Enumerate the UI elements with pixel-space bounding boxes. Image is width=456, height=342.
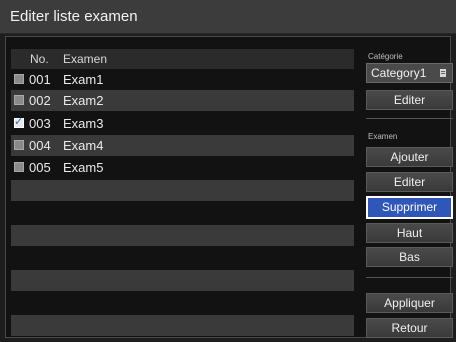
row-number: 002 <box>29 93 51 108</box>
apply-button[interactable]: Appliquer <box>366 293 453 313</box>
list-row-004[interactable]: 004 Exam4 <box>11 135 354 156</box>
category-label: Catégorie <box>368 52 403 61</box>
exam-list: No. Examen 001 Exam1 002 Exam2 003 Exam3… <box>11 49 354 336</box>
row-number: 005 <box>29 160 51 175</box>
up-button[interactable]: Haut <box>366 223 453 243</box>
column-header-no: No. <box>30 52 49 66</box>
row-checkbox[interactable] <box>14 74 24 84</box>
row-number: 001 <box>29 72 51 87</box>
edit-button[interactable]: Editer <box>366 172 453 192</box>
list-row-002[interactable]: 002 Exam2 <box>11 90 354 111</box>
column-header-exam: Examen <box>63 52 108 66</box>
category-edit-button[interactable]: Editer <box>366 90 453 110</box>
document-icon <box>440 69 446 77</box>
empty-row <box>11 202 354 223</box>
window-title: Editer liste examen <box>10 8 138 25</box>
category-selector[interactable]: Category1 <box>366 63 453 83</box>
list-row-003[interactable]: 003 Exam3 <box>11 113 354 134</box>
side-panel: Catégorie Category1 Editer Examen Ajoute… <box>360 49 453 338</box>
row-checkbox[interactable] <box>14 95 24 105</box>
add-button[interactable]: Ajouter <box>366 147 453 167</box>
row-exam-name: Exam3 <box>63 116 104 131</box>
row-exam-name: Exam4 <box>63 138 104 153</box>
row-exam-name: Exam2 <box>63 93 104 108</box>
list-row-005[interactable]: 005 Exam5 <box>11 157 354 178</box>
exam-section-label: Examen <box>368 132 398 141</box>
back-button[interactable]: Retour <box>366 318 453 338</box>
empty-row <box>11 315 354 336</box>
row-checkbox[interactable] <box>14 162 24 172</box>
empty-row <box>11 225 354 246</box>
empty-row <box>11 292 354 313</box>
divider <box>366 118 453 119</box>
empty-row <box>11 270 354 291</box>
row-number: 003 <box>29 116 51 131</box>
row-exam-name: Exam5 <box>63 160 104 175</box>
title-bar: Editer liste examen <box>0 0 456 34</box>
empty-row <box>11 180 354 201</box>
delete-button[interactable]: Supprimer <box>366 196 453 219</box>
list-row-001[interactable]: 001 Exam1 <box>11 69 354 90</box>
category-value: Category1 <box>371 66 427 80</box>
row-checkbox-checked[interactable] <box>14 115 24 128</box>
row-checkbox[interactable] <box>14 140 24 150</box>
empty-row <box>11 247 354 268</box>
list-header: No. Examen <box>11 49 354 69</box>
down-button[interactable]: Bas <box>366 247 453 267</box>
divider <box>366 277 453 278</box>
row-number: 004 <box>29 138 51 153</box>
row-exam-name: Exam1 <box>63 72 104 87</box>
